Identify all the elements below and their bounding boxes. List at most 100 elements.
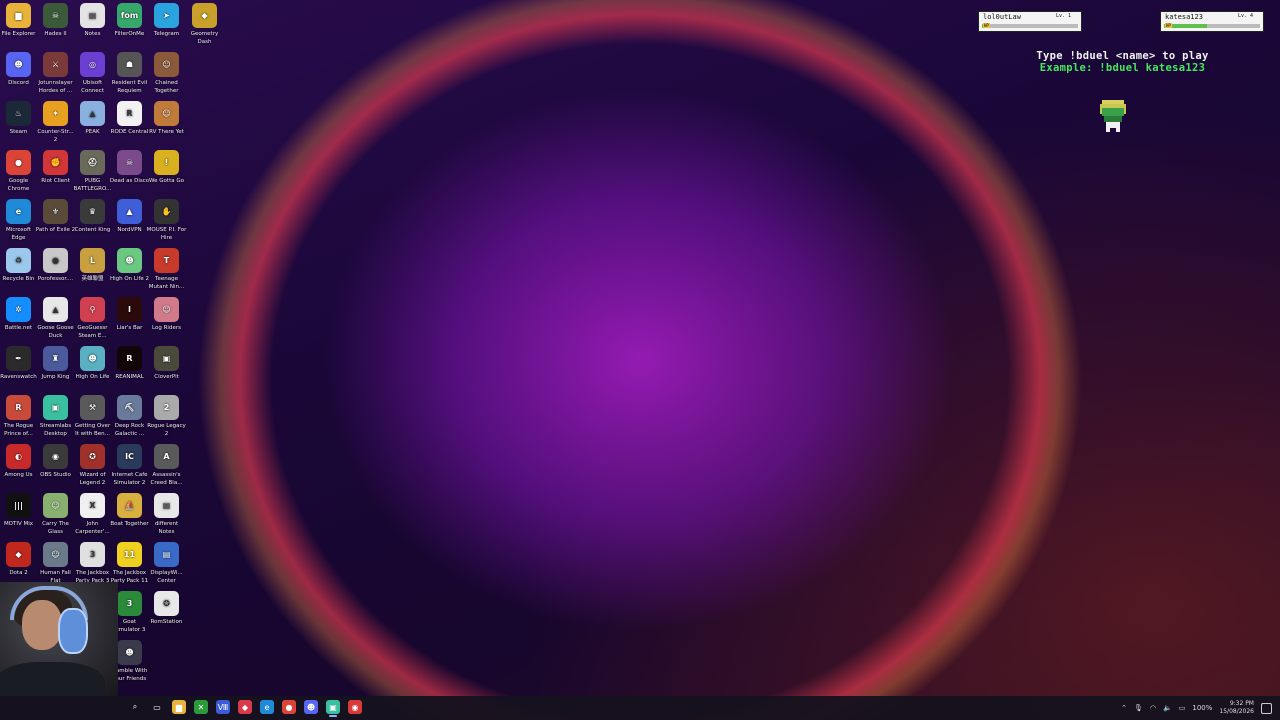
desktop-icon[interactable]: ✦ Counter-Str... 2 (37, 99, 74, 147)
desktop-icon[interactable]: X John Carpenter'... (74, 491, 111, 539)
desktop-icon[interactable]: IC Internet Cafe Simulator 2 (111, 442, 148, 490)
desktop-icon[interactable]: ✋ MOUSE P.I. For Hire (147, 197, 186, 245)
desktop-icon-label: Microsoft Edge (5, 227, 32, 241)
file-explorer-icon[interactable]: ▆ (172, 700, 186, 714)
desktop-icon[interactable]: ▲ Goose Goose Duck (37, 295, 74, 343)
desktop-icon[interactable]: ⚜ Path of Exile 2 (36, 197, 75, 245)
desktop-icon-label: John Carpenter'... (75, 521, 110, 535)
desktop-icon[interactable]: 11 The Jackbox Party Pack 11 (111, 540, 148, 588)
desktop-icon[interactable]: ⛏ Deep Rock Galactic ... (111, 393, 148, 441)
desktop: ▆ File Explorer ☠ Hades II ▤ Notes fom FilterOn… (0, 0, 1280, 696)
desktop-icon[interactable]: R The Rogue Prince of... (0, 393, 37, 441)
desktop-icon[interactable]: ⚒ Getting Over It with Ben... (74, 393, 111, 441)
app-icon: ! (154, 150, 179, 175)
chevron-up-icon[interactable]: ⌃ (1121, 704, 1127, 712)
desktop-icon[interactable]: ◐ Among Us (0, 442, 37, 490)
app-icon: ⛵ (117, 493, 142, 518)
app-icon: ♨ (6, 101, 31, 126)
desktop-icon[interactable]: ▣ Streamlabs Desktop (37, 393, 74, 441)
desktop-icon[interactable]: ◆ Geometry Dash (186, 1, 223, 49)
app-icon: ♜ (43, 346, 68, 371)
desktop-icon[interactable]: ☠ Dead as Disco (110, 148, 149, 196)
desktop-icon[interactable]: ☺ Carry The Glass (37, 491, 74, 539)
app-icon: ➤ (154, 3, 179, 28)
desktop-icon[interactable]: T Teenage Mutant Nin... (148, 246, 185, 294)
app-icon: R (117, 101, 142, 126)
desktop-icon[interactable]: ⛑ PUBG BATTLEGRO... (74, 148, 111, 196)
desktop-icon[interactable]: L 英雄聯盟 (74, 246, 111, 294)
desktop-icon-label: Streamlabs Desktop (39, 423, 72, 437)
desktop-icon[interactable]: ☺ RV There Yet (148, 99, 185, 147)
desktop-icon-label: Geometry Dash (190, 31, 219, 45)
desktop-icon-label: Riot Client (41, 178, 70, 184)
discord-icon[interactable]: ☻ (304, 700, 318, 714)
player-name: katesa123 (1165, 13, 1203, 21)
desktop-icon[interactable]: ! We Gotta Go (148, 148, 185, 196)
notification-icon[interactable] (1261, 702, 1272, 714)
desktop-icon[interactable]: ☺ Human Fall Flat (37, 540, 74, 588)
edge-icon[interactable]: e (260, 700, 274, 714)
desktop-icon[interactable]: ☻ High On Life (74, 344, 111, 392)
desktop-icon[interactable]: ➤ Telegram (148, 1, 185, 49)
volume-icon[interactable]: 🔈 (1163, 704, 1172, 712)
desktop-icon[interactable]: R RODE Central (111, 99, 148, 147)
desktop-icon-label: Deep Rock Galactic ... (114, 423, 145, 437)
desktop-icon[interactable]: ▆ File Explorer (0, 1, 37, 49)
microphone-icon[interactable]: 🎙 (1134, 704, 1143, 712)
desktop-icon[interactable]: ◎ Ubisoft Connect (74, 50, 111, 98)
desktop-icon[interactable]: ◉ OBS Studio (37, 442, 74, 490)
desktop-icon[interactable]: ▲ NordVPN (111, 197, 148, 245)
play-example: Example: !bduel katesa123 (1039, 62, 1206, 74)
desktop-icon[interactable]: ☗ Resident Evil Requiem (111, 50, 148, 98)
desktop-icon[interactable]: ☻ High On Life 2 (110, 246, 149, 294)
desktop-icon[interactable]: I Liar's Bar (111, 295, 148, 343)
desktop-icon[interactable]: ♨ Steam (0, 99, 37, 147)
desktop-icon[interactable]: ▤ DisplayWi... Center (148, 540, 185, 588)
desktop-icon[interactable]: ♻ Recycle Bin (0, 246, 37, 294)
desktop-icon[interactable]: ☺ Log Riders (148, 295, 185, 343)
desktop-icon[interactable]: ▤ Notes (74, 1, 111, 49)
desktop-icon[interactable]: ✪ RomStation (148, 589, 185, 637)
chrome-icon[interactable]: ● (282, 700, 296, 714)
desktop-icon[interactable]: ▣ CloverPit (148, 344, 185, 392)
wifi-icon[interactable]: ◠ (1150, 704, 1156, 712)
desktop-icon[interactable]: ✊ Riot Client (37, 148, 74, 196)
xbox-icon[interactable]: ✕ (194, 700, 208, 714)
desktop-icon[interactable]: R REANIMAL (111, 344, 148, 392)
desktop-icon[interactable]: ☠ Hades II (37, 1, 74, 49)
desktop-icon[interactable]: ● Google Chrome (0, 148, 37, 196)
desktop-icon[interactable]: ◆ Dota 2 (0, 540, 37, 588)
desktop-icon[interactable]: 2 Rogue Legacy 2 (147, 393, 186, 441)
desktop-icon[interactable]: ▤ different Notes (148, 491, 185, 539)
desktop-icon[interactable]: 3 The Jackbox Party Pack 3 (74, 540, 111, 588)
app-icon: ⚒ (80, 395, 105, 420)
desktop-icon[interactable]: ♜ Jump King (37, 344, 74, 392)
desktop-icon[interactable]: ✲ Battle.net (0, 295, 37, 343)
desktop-icon[interactable]: A Assassin's Creed Bla... (148, 442, 185, 490)
desktop-icon[interactable]: ✪ Wizard of Legend 2 (74, 442, 111, 490)
app-icon-red[interactable]: ◆ (238, 700, 252, 714)
desktop-icon[interactable]: ● Porofessor.... (37, 246, 74, 294)
search-icon[interactable]: ⌕ (128, 700, 142, 714)
desktop-icon-label: The Rogue Prince of... (3, 423, 34, 437)
desktop-icon[interactable]: ♛ Content King (74, 197, 111, 245)
desktop-icon-label: Ravenswatch (0, 374, 37, 380)
desktop-icon[interactable]: ||| MOTIV Mix (0, 491, 37, 539)
obs-icon[interactable]: ◉ (348, 700, 362, 714)
clock[interactable]: 9:32 PM 15/08/2026 (1219, 700, 1254, 716)
task-view-icon[interactable]: ▭ (150, 700, 164, 714)
desktop-icon[interactable]: ▲ PEAK (74, 99, 111, 147)
streamlabs-icon[interactable]: ▣ (326, 700, 340, 717)
app-icon: ▤ (154, 493, 179, 518)
desktop-icon[interactable]: ☺ Chained Together (148, 50, 185, 98)
desktop-icon[interactable]: e Microsoft Edge (0, 197, 37, 245)
app-icon[interactable]: Ⅷ (216, 700, 230, 714)
desktop-icon[interactable]: ⛵ Boat Together (110, 491, 149, 539)
desktop-icon[interactable]: ☻ Discord (0, 50, 37, 98)
battery-icon[interactable]: ▭ (1179, 704, 1186, 712)
desktop-icon[interactable]: ⚔ Jotunnslayer Hordes of ... (37, 50, 74, 98)
desktop-icon[interactable]: ⚲ GeoGuessr Steam E... (74, 295, 111, 343)
hp-bar (1164, 24, 1260, 28)
desktop-icon[interactable]: ✒ Ravenswatch (0, 344, 37, 392)
desktop-icon[interactable]: fom FilterOnMe (111, 1, 148, 49)
